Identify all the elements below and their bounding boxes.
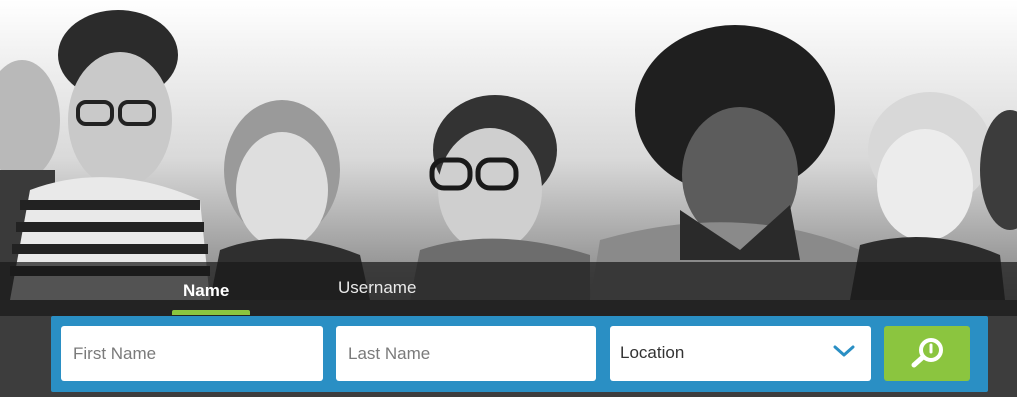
search-icon — [911, 338, 943, 368]
search-bar: Location — [51, 316, 988, 392]
search-mode-tabs: Name Username — [0, 262, 1017, 316]
last-name-input[interactable] — [336, 326, 596, 381]
tab-username[interactable]: Username — [338, 278, 416, 298]
tab-name[interactable]: Name — [183, 281, 229, 301]
location-select[interactable]: Location — [610, 326, 871, 381]
first-name-input[interactable] — [61, 326, 323, 381]
search-button[interactable] — [884, 326, 970, 381]
chevron-down-icon — [833, 344, 855, 363]
location-select-label: Location — [620, 343, 685, 362]
active-tab-indicator — [172, 310, 250, 315]
